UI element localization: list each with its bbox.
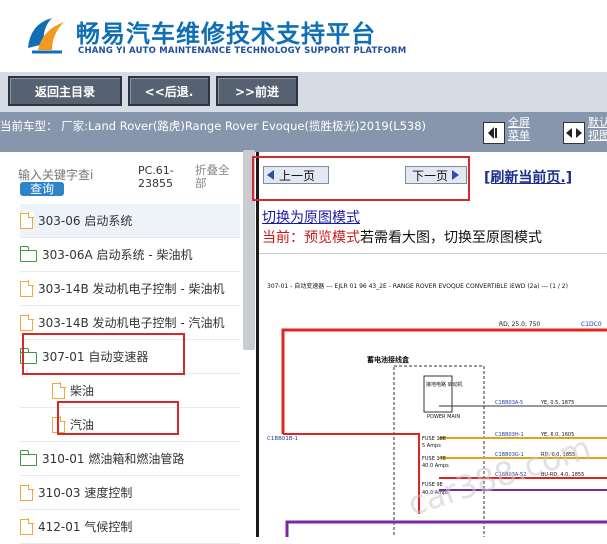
tree-item[interactable]: 柴油 bbox=[20, 374, 240, 408]
tree-item[interactable]: 412-01 气候控制 bbox=[20, 510, 240, 544]
vehicle-bar: 当前车型： 厂家:Land Rover(路虎)Range Rover Evoqu… bbox=[0, 112, 607, 152]
folder-icon bbox=[20, 449, 37, 466]
current-vehicle: 当前车型： 厂家:Land Rover(路虎)Range Rover Evoqu… bbox=[0, 119, 427, 133]
logo-icon bbox=[28, 18, 64, 54]
fullscreen-icon[interactable] bbox=[483, 122, 505, 144]
folder-open-icon bbox=[20, 347, 37, 364]
right-panel: 上一页 下一页 [刷新当前页.] 切换为原图模式 当前：预览模式若需看大图，切换… bbox=[259, 152, 607, 537]
forward-button[interactable]: >>前进 bbox=[216, 76, 298, 106]
fullscreen-menu-link[interactable]: 全屏 菜单 bbox=[508, 116, 530, 142]
tree-item[interactable]: 303-14B 发动机电子控制 - 柴油机 bbox=[20, 272, 240, 306]
brand-title: 畅易汽车维修技术支持平台 bbox=[76, 20, 376, 48]
collapse-all-button[interactable]: 折叠全部 bbox=[195, 164, 230, 190]
document-icon bbox=[52, 382, 66, 399]
document-icon bbox=[52, 416, 66, 433]
refresh-page-link[interactable]: [刷新当前页.] bbox=[484, 167, 572, 187]
pc-code: PC.61- 23855 bbox=[138, 164, 174, 190]
svg-text:FUSE 17E: FUSE 17E bbox=[422, 456, 446, 462]
switch-original-mode-link[interactable]: 切换为原图模式 bbox=[262, 207, 360, 227]
tree-item[interactable]: 303-06 启动系统 bbox=[20, 204, 240, 238]
document-icon bbox=[20, 484, 34, 501]
arrow-right-icon bbox=[452, 170, 460, 180]
tree-item[interactable]: 303-14B 发动机电子控制 - 汽油机 bbox=[20, 306, 240, 340]
navigation-bar: 返回主目录 <<后退. >>前进 bbox=[0, 72, 607, 112]
tree-item[interactable]: 310-03 速度控制 bbox=[20, 476, 240, 510]
home-button[interactable]: 返回主目录 bbox=[8, 76, 122, 106]
document-icon bbox=[20, 212, 34, 229]
arrow-left-icon bbox=[267, 170, 274, 180]
default-view-link[interactable]: 默认 视图 bbox=[588, 116, 607, 142]
default-view-icon[interactable] bbox=[563, 122, 585, 144]
tree-scrollbar[interactable] bbox=[243, 150, 255, 350]
junction-box-title: 蓄电池接线盒 bbox=[367, 355, 410, 364]
power-main-label: POWER MAIN bbox=[427, 414, 460, 420]
search-button[interactable]: 查询 bbox=[20, 182, 64, 196]
header: 畅易汽车维修技术支持平台 CHANG YI AUTO MAINTENANCE T… bbox=[0, 0, 607, 72]
diagram-title: 307-01 - 自动变速器 --- EJLR 01 96 43_2E - RA… bbox=[267, 282, 568, 290]
connector-label: C1BB01B-1 bbox=[267, 436, 298, 442]
svg-text:C1BB03A-5: C1BB03A-5 bbox=[495, 400, 523, 406]
folder-icon bbox=[20, 245, 37, 262]
component-label: 接地电路 启动机 bbox=[426, 381, 463, 388]
brand-subtitle: CHANG YI AUTO MAINTENANCE TECHNOLOGY SUP… bbox=[78, 46, 407, 56]
tree-item[interactable]: 310-01 燃油箱和燃油管路 bbox=[20, 442, 240, 476]
pager: 上一页 下一页 [刷新当前页.] bbox=[259, 152, 607, 200]
tree-item[interactable]: 307-01 自动变速器 bbox=[20, 340, 240, 374]
svg-text:FUSE 18E: FUSE 18E bbox=[422, 436, 446, 442]
document-icon bbox=[20, 280, 34, 297]
svg-text:40.0 Amps: 40.0 Amps bbox=[422, 463, 449, 469]
prev-page-button[interactable]: 上一页 bbox=[263, 166, 329, 184]
document-icon bbox=[20, 518, 34, 535]
document-icon bbox=[20, 314, 34, 331]
svg-text:YE, 0.5, 1875: YE, 0.5, 1875 bbox=[540, 400, 574, 406]
wiring-diagram[interactable]: 307-01 - 自动变速器 --- EJLR 01 96 43_2E - RA… bbox=[259, 253, 607, 537]
current-mode-text: 当前：预览模式若需看大图，切换至原图模式 bbox=[262, 230, 542, 246]
left-panel: 查询 PC.61-23855 折叠全部 303-06 启动系统 303-06A … bbox=[0, 152, 258, 544]
tree-item[interactable]: 303-06A 启动系统 - 柴油机 bbox=[20, 238, 240, 272]
wire-label: RD, 25.0, 750 bbox=[499, 321, 540, 328]
wiring-diagram-svg: 307-01 - 自动变速器 --- EJLR 01 96 43_2E - RA… bbox=[267, 282, 607, 537]
next-page-button[interactable]: 下一页 bbox=[405, 166, 467, 184]
svg-text:C1BB03H-1: C1BB03H-1 bbox=[495, 432, 524, 438]
connector-label: C1DC0 bbox=[581, 321, 602, 328]
tree-item[interactable]: 汽油 bbox=[20, 408, 240, 442]
svg-text:5 Amps: 5 Amps bbox=[422, 443, 441, 449]
back-button[interactable]: <<后退. bbox=[128, 76, 210, 106]
